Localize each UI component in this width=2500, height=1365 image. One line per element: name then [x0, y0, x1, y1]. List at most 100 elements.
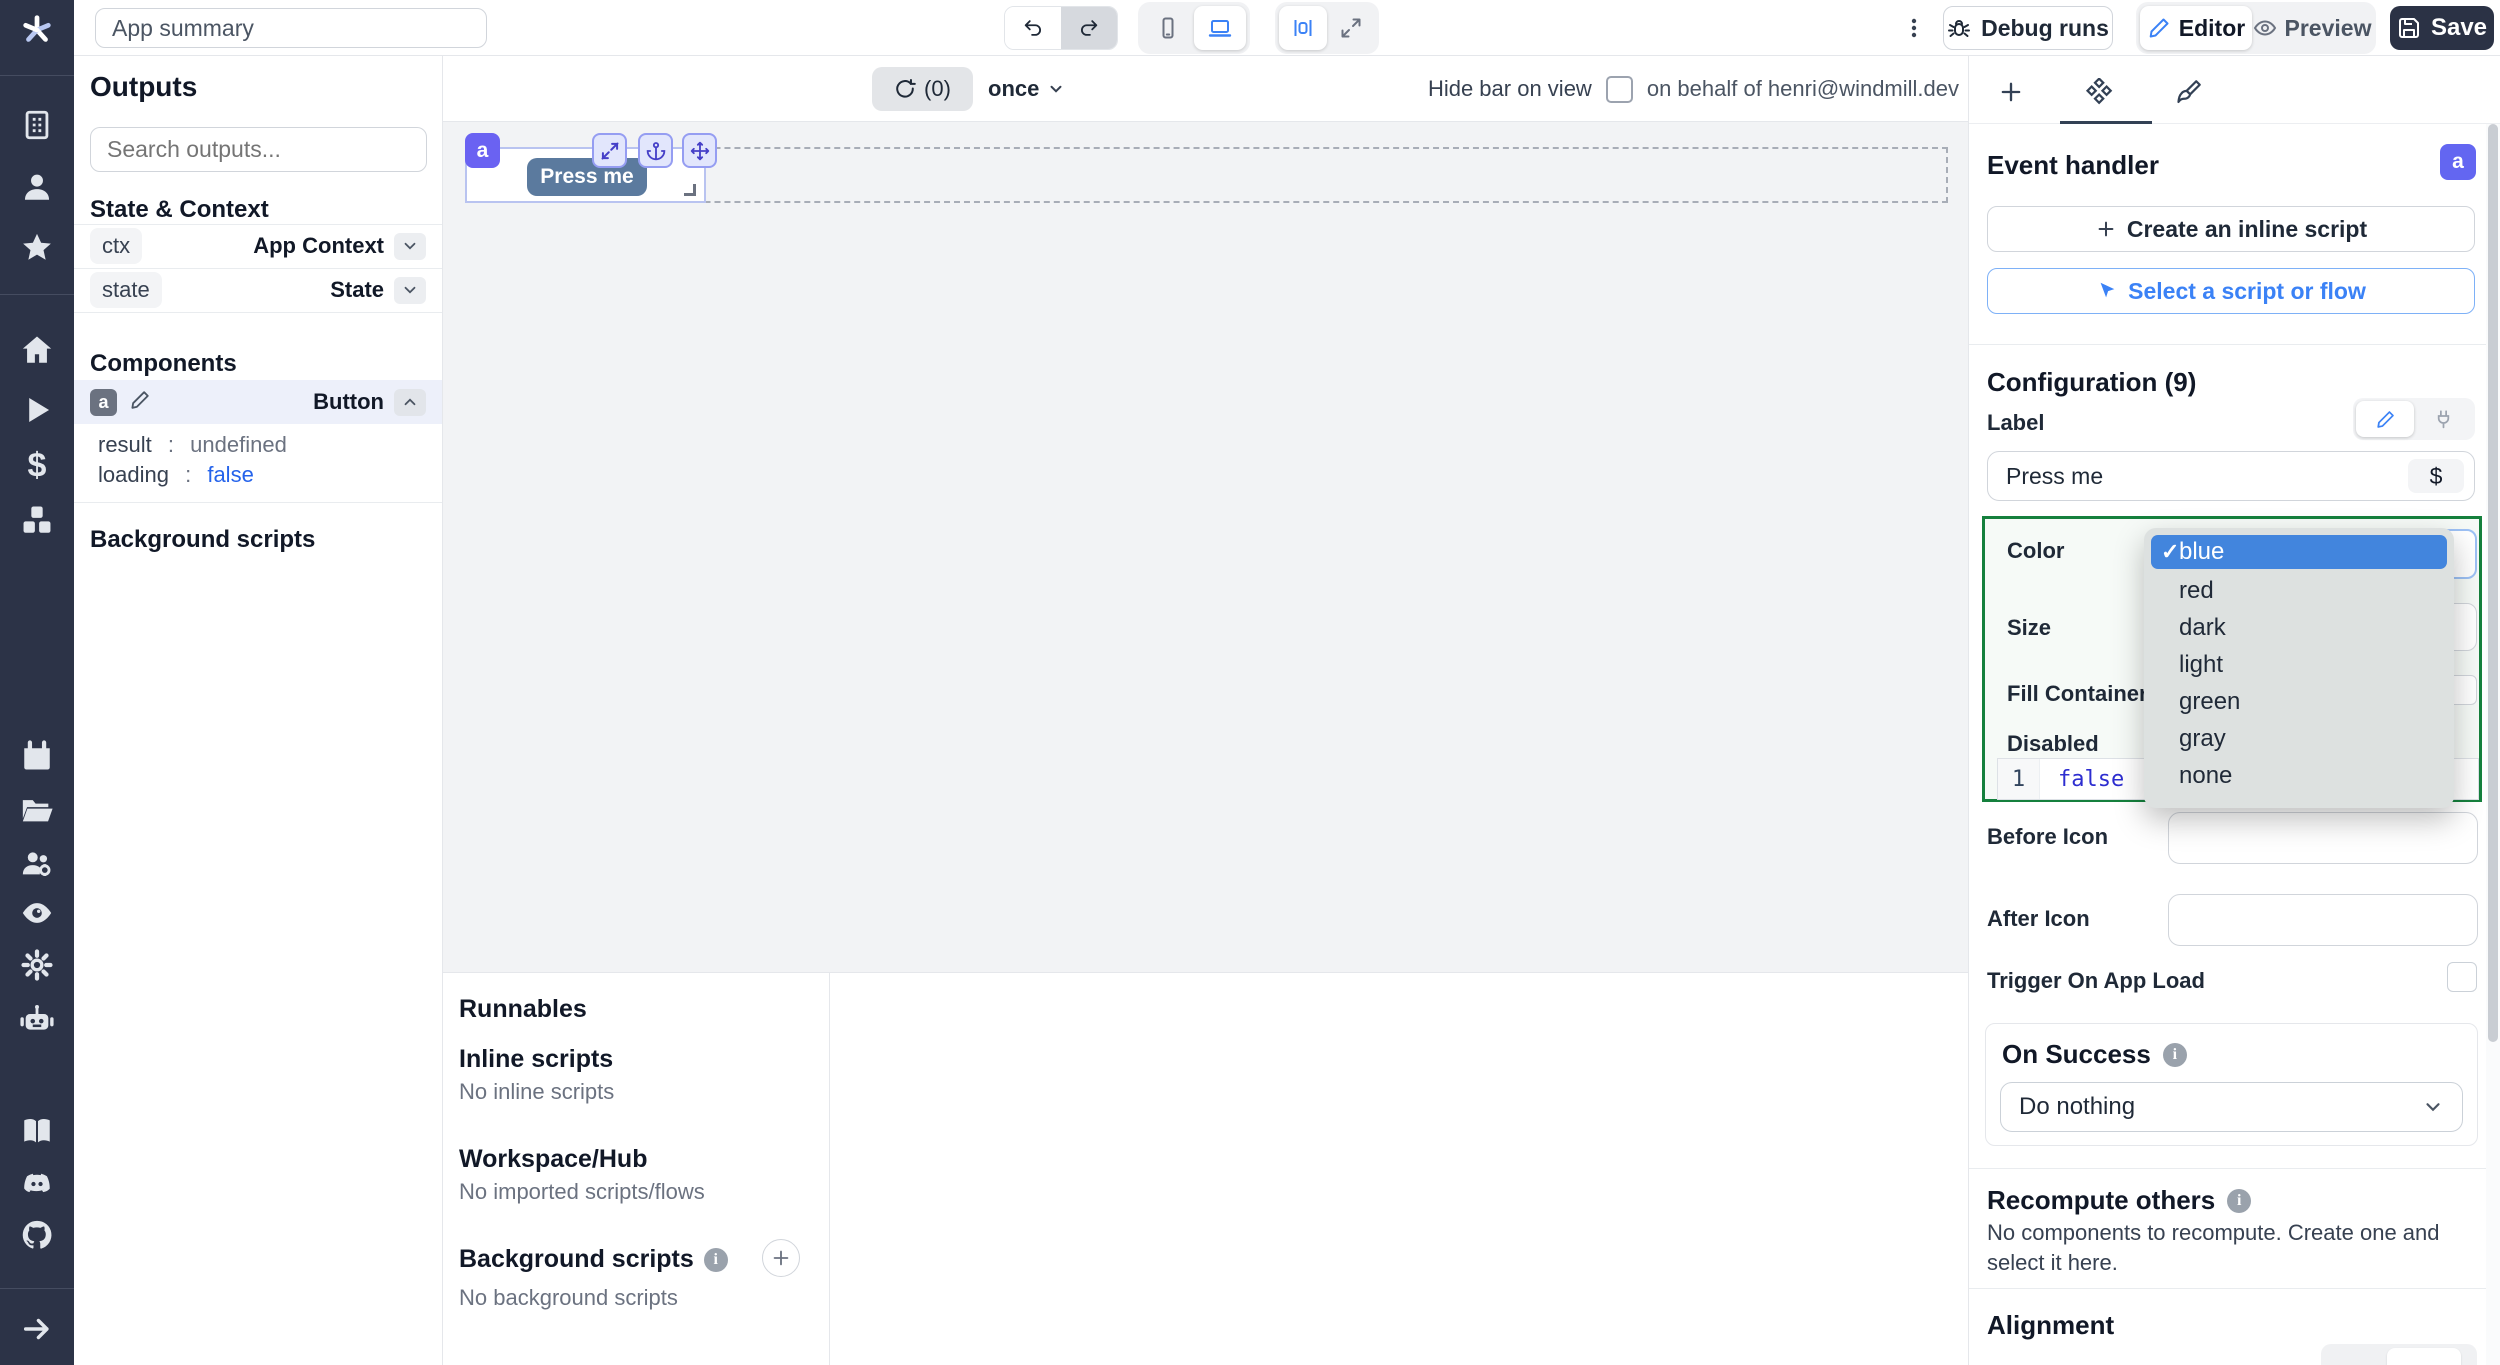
settings-gear-icon[interactable]: [20, 948, 54, 982]
panel-scrollbar[interactable]: [2486, 124, 2500, 1365]
editor-tab-label: Editor: [2178, 14, 2246, 41]
select-script-button[interactable]: Select a script or flow: [1987, 268, 2475, 314]
info-icon[interactable]: i: [2162, 1042, 2187, 1067]
save-button[interactable]: Save: [2390, 6, 2494, 50]
insert-component-tab[interactable]: [1991, 72, 2031, 112]
color-option-green[interactable]: green: [2144, 683, 2454, 720]
alignment-control[interactable]: [2321, 1344, 2477, 1365]
app-summary-input[interactable]: [95, 8, 487, 48]
output-row-ctx[interactable]: ctx App Context: [74, 224, 442, 268]
component-row-button[interactable]: a Button: [74, 380, 442, 424]
divider: [74, 312, 442, 313]
rail-divider: [0, 75, 74, 76]
prop-result-row[interactable]: result : undefined: [98, 432, 287, 458]
info-icon[interactable]: i: [703, 1247, 728, 1272]
color-option-red[interactable]: red: [2144, 572, 2454, 609]
component-collapse-button[interactable]: [394, 388, 426, 416]
info-icon[interactable]: i: [2227, 1188, 2252, 1213]
redo-button[interactable]: [1061, 7, 1117, 49]
component-id-badge-canvas[interactable]: a: [465, 133, 500, 168]
color-option-none[interactable]: none: [2144, 757, 2454, 794]
settings-panel: Event handler a Create an inline script …: [1968, 56, 2500, 1365]
move-component-button[interactable]: [682, 133, 717, 168]
github-icon[interactable]: [20, 1218, 54, 1252]
color-option-gray[interactable]: gray: [2144, 720, 2454, 757]
schedules-calendar-icon[interactable]: [20, 739, 54, 773]
styling-tab[interactable]: [2169, 72, 2209, 112]
variables-dollar-icon[interactable]: $: [20, 448, 54, 482]
component-settings-tab[interactable]: [2079, 72, 2119, 112]
hide-bar-checkbox[interactable]: [1605, 75, 1633, 103]
connect-mode-button[interactable]: [2414, 401, 2472, 437]
expand-sidebar-arrow-icon[interactable]: [20, 1312, 54, 1346]
state-expand-button[interactable]: [394, 276, 426, 304]
home-icon[interactable]: [20, 333, 54, 367]
schedule-mode-dropdown[interactable]: once: [988, 56, 1065, 122]
after-icon-input[interactable]: [2168, 894, 2478, 946]
editor-tab[interactable]: Editor: [2140, 6, 2252, 50]
ctx-expand-button[interactable]: [394, 232, 426, 260]
prop-key: result: [98, 432, 152, 457]
favorites-star-icon[interactable]: [20, 231, 54, 265]
add-background-script-button[interactable]: [762, 1239, 800, 1277]
color-option-dark[interactable]: dark: [2144, 609, 2454, 646]
output-row-state[interactable]: state State: [74, 268, 442, 312]
scrollbar-thumb[interactable]: [2488, 124, 2498, 1042]
color-option-blue[interactable]: ✓ blue: [2151, 535, 2447, 569]
anchor-icon: [646, 141, 665, 160]
windmill-logo-icon[interactable]: [20, 13, 54, 47]
workspace-icon[interactable]: [20, 108, 54, 142]
refresh-count-button[interactable]: (0): [872, 67, 973, 111]
runnables-divider: [829, 973, 830, 1365]
label-value-input[interactable]: [1988, 452, 2408, 500]
desktop-view-button[interactable]: [1194, 6, 1246, 50]
rename-pencil-icon[interactable]: [129, 389, 151, 416]
mobile-view-button[interactable]: [1142, 6, 1194, 50]
runs-play-icon[interactable]: [20, 393, 54, 427]
create-inline-script-button[interactable]: Create an inline script: [1987, 206, 2475, 252]
folders-icon[interactable]: [20, 793, 54, 827]
workspace-hub-empty: No imported scripts/flows: [459, 1179, 705, 1204]
prop-separator: :: [185, 462, 192, 487]
ai-robot-icon[interactable]: [20, 1002, 54, 1036]
user-icon[interactable]: [20, 170, 54, 204]
plug-icon: [2437, 409, 2449, 428]
search-outputs-input[interactable]: [90, 127, 427, 172]
chevron-down-icon: [1050, 85, 1062, 93]
expand-component-button[interactable]: [592, 133, 627, 168]
prop-loading-row[interactable]: loading : false: [98, 462, 254, 488]
canvas-press-me-button[interactable]: Press me: [527, 158, 647, 196]
center-layout-button[interactable]: [1279, 6, 1327, 50]
discord-icon[interactable]: [20, 1167, 54, 1201]
option-label: blue: [2179, 538, 2225, 565]
alignment-active-segment[interactable]: [2387, 1348, 2461, 1365]
resources-blocks-icon[interactable]: [20, 503, 54, 537]
trigger-on-app-load-label: Trigger On App Load: [1987, 968, 2205, 993]
fullwidth-layout-button[interactable]: [1327, 6, 1375, 50]
template-dollar-button[interactable]: $: [2408, 459, 2464, 493]
anchor-component-button[interactable]: [638, 133, 673, 168]
before-icon-label: Before Icon: [1987, 824, 2109, 849]
trigger-on-app-load-checkbox[interactable]: [2447, 962, 2477, 992]
undo-button[interactable]: [1005, 7, 1061, 49]
debug-runs-button[interactable]: Debug runs: [1943, 6, 2113, 50]
pencil-icon: [2149, 18, 2169, 38]
runnables-panel: Runnables Inline scripts No inline scrip…: [443, 972, 1968, 1365]
chevron-up-icon: [404, 398, 416, 406]
color-option-light[interactable]: light: [2144, 646, 2454, 683]
more-options-button[interactable]: [1899, 13, 1929, 43]
resize-handle[interactable]: [684, 184, 696, 196]
after-icon-label: After Icon: [1987, 906, 2090, 931]
docs-book-icon[interactable]: [20, 1114, 54, 1148]
static-mode-button[interactable]: [2356, 401, 2414, 437]
audit-eye-icon[interactable]: [20, 896, 54, 930]
groups-users-icon[interactable]: [20, 846, 54, 880]
on-success-select[interactable]: Do nothing: [2000, 1082, 2463, 1132]
paintbrush-icon: [2177, 80, 2201, 104]
size-field-label: Size: [2007, 615, 2052, 640]
preview-tab[interactable]: Preview: [2252, 6, 2372, 50]
before-icon-input[interactable]: [2168, 812, 2478, 864]
active-tab-underline: [2060, 121, 2152, 124]
chevron-down-icon: [2426, 1103, 2440, 1112]
divider: [1969, 1168, 2500, 1169]
